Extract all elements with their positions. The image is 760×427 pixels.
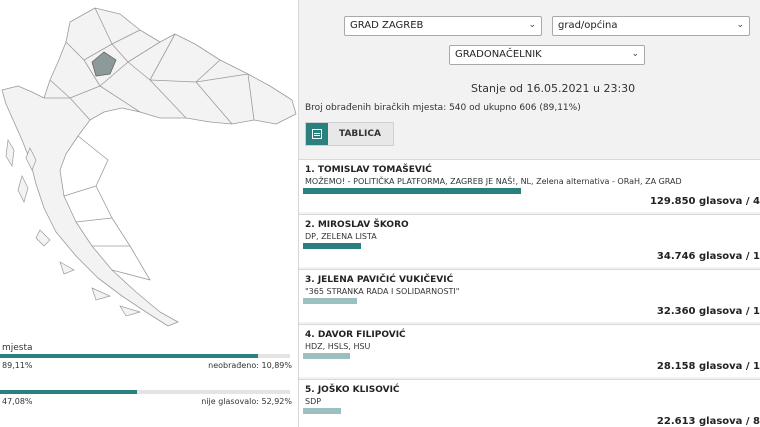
- candidate-vote-bar: [303, 408, 341, 414]
- municipality-select[interactable]: grad/općina ⌄: [552, 16, 750, 36]
- chevron-down-icon: ⌄: [528, 20, 536, 30]
- candidate-party: SDP: [305, 397, 322, 406]
- candidate-name: 2. MIROSLAV ŠKORO: [305, 220, 409, 230]
- election-type-select[interactable]: GRADONAČELNIK ⌄: [449, 45, 645, 65]
- candidate-party: "365 STRANKA RADA I SOLIDARNOSTI": [305, 287, 460, 296]
- candidate-row[interactable]: 2. MIROSLAV ŠKORO DP, ZELENA LISTA 34.746 …: [299, 214, 760, 267]
- candidate-row[interactable]: 4. DAVOR FILIPOVIĆ HDZ, HSLS, HSU 28.158 g…: [299, 324, 760, 377]
- candidate-name: 4. DAVOR FILIPOVIĆ: [305, 330, 406, 340]
- candidate-row[interactable]: 3. JELENA PAVIČIĆ VUKIČEVIĆ "365 STRANKA …: [299, 269, 760, 322]
- turnout-bar: [0, 390, 137, 394]
- status-timestamp: Stanje od 16.05.2021 u 23:30: [471, 82, 636, 95]
- candidate-votes: 129.850 glasova / 4: [649, 196, 760, 207]
- candidate-votes: 34.746 glasova / 1: [656, 251, 760, 262]
- region-select-value: GRAD ZAGREB: [350, 20, 424, 31]
- candidate-name: 5. JOŠKO KLISOVIĆ: [305, 385, 400, 395]
- region-select[interactable]: GRAD ZAGREB ⌄: [344, 16, 542, 36]
- candidate-votes: 28.158 glasova / 1: [656, 361, 760, 372]
- processed-percent: 89,11%: [2, 361, 33, 370]
- candidate-row[interactable]: 5. JOŠKO KLISOVIĆ SDP 22.613 glasova / 8: [299, 379, 760, 427]
- unprocessed-percent: neobrađeno: 10,89%: [208, 361, 292, 370]
- candidate-name: 3. JELENA PAVIČIĆ VUKIČEVIĆ: [305, 275, 454, 285]
- processed-bar: [0, 354, 258, 358]
- processed-stats: mjesta 89,11% neobrađeno: 10,89%: [0, 343, 298, 373]
- table-view-button[interactable]: TABLICA: [305, 122, 394, 146]
- candidate-vote-bar: [303, 188, 521, 194]
- candidate-vote-bar: [303, 298, 357, 304]
- candidate-party: HDZ, HSLS, HSU: [305, 342, 371, 351]
- candidate-vote-bar: [303, 243, 361, 249]
- candidate-votes: 32.360 glasova / 1: [656, 306, 760, 317]
- candidate-vote-bar: [303, 353, 350, 359]
- candidate-votes: 22.613 glasova / 8: [656, 416, 760, 427]
- processed-polling-stations: Broj obrađenih biračkih mjesta: 540 od u…: [305, 103, 581, 113]
- election-type-select-value: GRADONAČELNIK: [455, 49, 542, 60]
- turnout-stats: 47,08% nije glasovalo: 52,92%: [0, 386, 298, 416]
- candidate-party: DP, ZELENA LISTA: [305, 232, 377, 241]
- table-view-label: TABLICA: [339, 129, 381, 139]
- chevron-down-icon: ⌄: [631, 49, 639, 59]
- candidate-party: MOŽEMO! - POLITIČKA PLATFORMA, ZAGREB JE…: [305, 177, 682, 186]
- left-panel: mjesta 89,11% neobrađeno: 10,89% 47,08% …: [0, 0, 299, 427]
- chevron-down-icon: ⌄: [736, 20, 744, 30]
- processed-label: mjesta: [2, 343, 33, 353]
- croatia-map[interactable]: [0, 0, 298, 330]
- turnout-percent: 47,08%: [2, 397, 33, 406]
- table-icon: [306, 123, 328, 145]
- not-voted-percent: nije glasovalo: 52,92%: [201, 397, 292, 406]
- results-panel: GRAD ZAGREB ⌄ grad/općina ⌄ GRADONAČELNI…: [299, 0, 760, 427]
- municipality-select-value: grad/općina: [558, 20, 618, 31]
- candidate-row[interactable]: 1. TOMISLAV TOMAŠEVIĆ MOŽEMO! - POLITIČKA…: [299, 159, 760, 212]
- candidate-name: 1. TOMISLAV TOMAŠEVIĆ: [305, 165, 432, 175]
